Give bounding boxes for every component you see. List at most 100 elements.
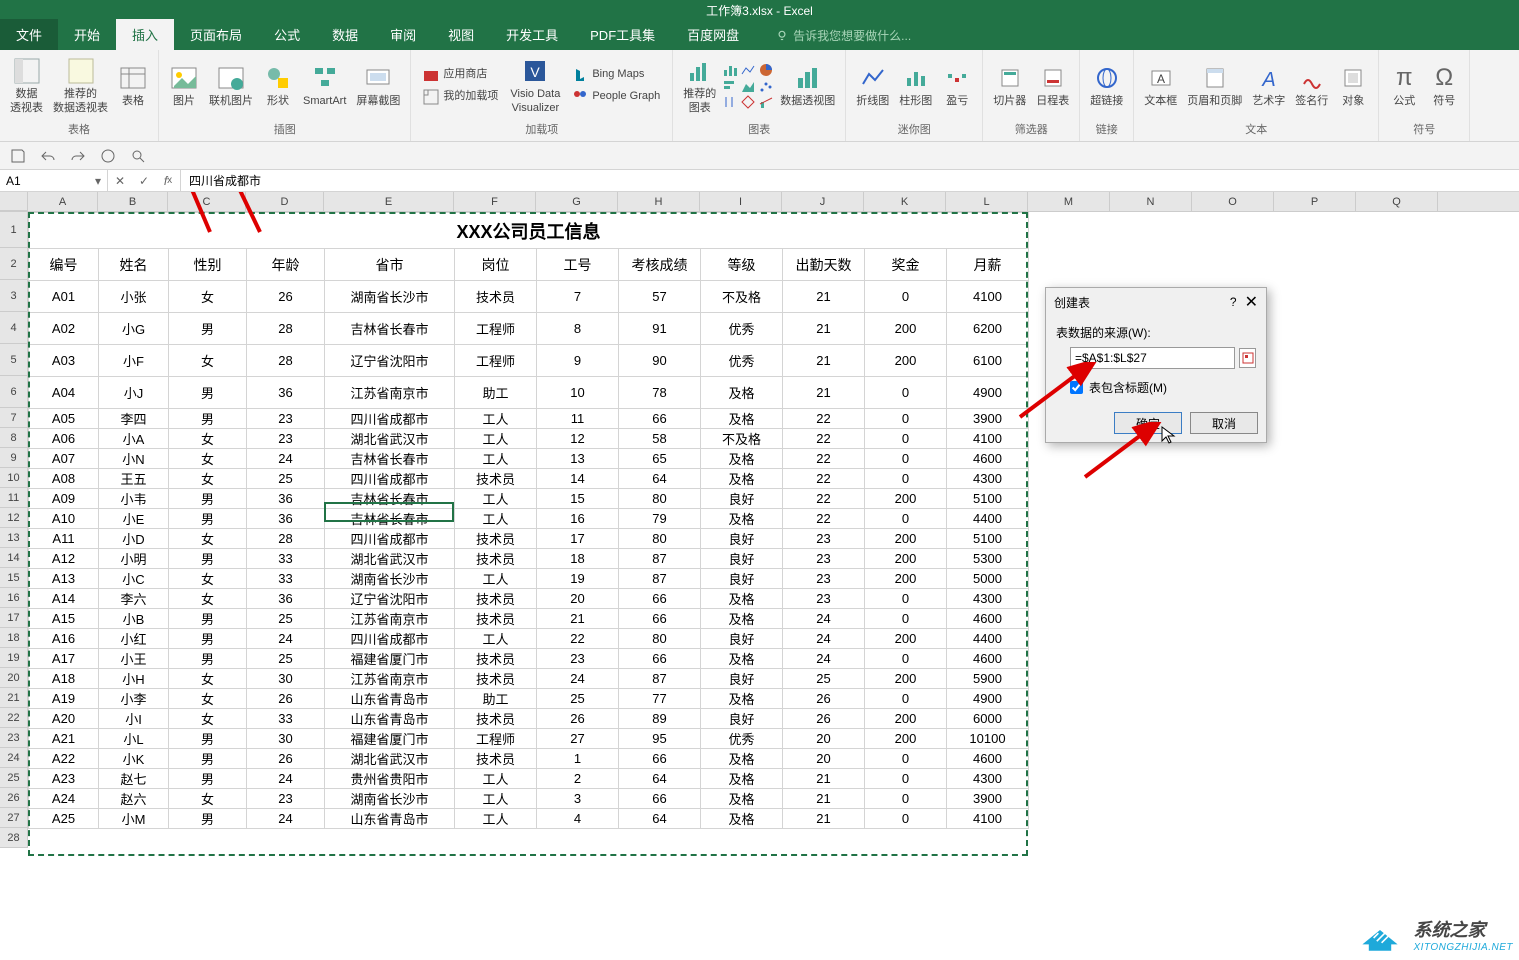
data-cell[interactable]: 5100 [947,489,1029,509]
data-cell[interactable]: 26 [783,689,865,709]
data-cell[interactable]: 66 [619,649,701,669]
column-header[interactable]: H [618,192,700,211]
data-cell[interactable]: 21 [783,809,865,829]
data-cell[interactable]: A09 [29,489,99,509]
data-cell[interactable]: 15 [537,489,619,509]
column-header[interactable]: P [1274,192,1356,211]
data-cell[interactable]: 95 [619,729,701,749]
data-cell[interactable]: 及格 [701,409,783,429]
data-cell[interactable]: 6200 [947,313,1029,345]
header-cell[interactable]: 等级 [701,249,783,281]
data-cell[interactable]: 及格 [701,689,783,709]
pivot-table-button[interactable]: 数据透视表 [6,54,47,116]
data-cell[interactable]: 小A [99,429,169,449]
header-cell[interactable]: 性别 [169,249,247,281]
data-cell[interactable]: 女 [169,689,247,709]
rec-charts-button[interactable]: 推荐的图表 [679,54,720,116]
data-cell[interactable]: 小张 [99,281,169,313]
enter-formula-button[interactable]: ✓ [132,170,156,191]
data-cell[interactable]: 0 [865,469,947,489]
data-cell[interactable]: 吉林省长春市 [325,489,455,509]
data-cell[interactable]: 77 [619,689,701,709]
data-cell[interactable]: 及格 [701,769,783,789]
data-cell[interactable]: 小M [99,809,169,829]
data-cell[interactable]: 11 [537,409,619,429]
data-cell[interactable]: 技术员 [455,749,537,769]
column-header[interactable]: E [324,192,454,211]
data-cell[interactable]: 27 [537,729,619,749]
data-cell[interactable]: A21 [29,729,99,749]
data-cell[interactable]: 4100 [947,281,1029,313]
data-cell[interactable]: 技术员 [455,549,537,569]
data-cell[interactable]: 女 [169,589,247,609]
row-header[interactable]: 2 [0,248,28,280]
data-cell[interactable]: 优秀 [701,729,783,749]
header-cell[interactable]: 出勤天数 [783,249,865,281]
data-cell[interactable]: 男 [169,649,247,669]
data-cell[interactable]: 小王 [99,649,169,669]
combo-chart-icon[interactable] [758,94,774,110]
data-cell[interactable]: 25 [247,469,325,489]
data-cell[interactable]: 李六 [99,589,169,609]
name-box[interactable]: ▾ [0,170,108,191]
data-cell[interactable]: 28 [247,529,325,549]
data-cell[interactable]: 小I [99,709,169,729]
undo-button[interactable] [38,146,58,166]
data-cell[interactable]: 小C [99,569,169,589]
screenshot-button[interactable]: 屏幕截图 [352,61,404,110]
data-cell[interactable]: 10 [537,377,619,409]
data-cell[interactable]: 200 [865,345,947,377]
row-header[interactable]: 12 [0,508,28,528]
data-cell[interactable]: 0 [865,769,947,789]
select-all-corner[interactable] [0,192,28,211]
data-cell[interactable]: A03 [29,345,99,377]
data-cell[interactable]: 5100 [947,529,1029,549]
pictures-button[interactable]: 图片 [165,61,203,110]
cancel-formula-button[interactable]: ✕ [108,170,132,191]
column-header[interactable]: O [1192,192,1274,211]
data-cell[interactable]: 湖南省长沙市 [325,281,455,313]
data-cell[interactable]: 男 [169,609,247,629]
data-cell[interactable]: 66 [619,749,701,769]
row-header[interactable]: 20 [0,668,28,688]
header-cell[interactable]: 年龄 [247,249,325,281]
data-cell[interactable]: 24 [247,769,325,789]
data-cell[interactable]: 7 [537,281,619,313]
data-cell[interactable]: 22 [783,449,865,469]
header-cell[interactable]: 编号 [29,249,99,281]
data-cell[interactable]: 李四 [99,409,169,429]
data-cell[interactable]: 技术员 [455,469,537,489]
data-cell[interactable]: 王五 [99,469,169,489]
data-cell[interactable]: 58 [619,429,701,449]
data-cell[interactable]: 36 [247,509,325,529]
row-header[interactable]: 1 [0,212,28,248]
data-cell[interactable]: 66 [619,609,701,629]
bar-chart-icon[interactable] [722,78,738,94]
data-cell[interactable]: 助工 [455,377,537,409]
data-cell[interactable]: 小红 [99,629,169,649]
data-cell[interactable]: 24 [783,609,865,629]
column-header[interactable]: M [1028,192,1110,211]
column-header[interactable]: B [98,192,168,211]
data-cell[interactable]: 23 [537,649,619,669]
data-cell[interactable]: 24 [247,449,325,469]
data-cell[interactable]: 湖北省武汉市 [325,549,455,569]
data-cell[interactable]: 20 [783,729,865,749]
data-cell[interactable]: 吉林省长春市 [325,509,455,529]
row-header[interactable]: 10 [0,468,28,488]
chevron-down-icon[interactable]: ▾ [95,174,101,188]
save-button[interactable] [8,146,28,166]
data-cell[interactable]: A24 [29,789,99,809]
tab-review[interactable]: 审阅 [374,19,432,50]
data-cell[interactable]: 小H [99,669,169,689]
data-cell[interactable]: 及格 [701,449,783,469]
row-header[interactable]: 21 [0,688,28,708]
data-cell[interactable]: 女 [169,281,247,313]
data-cell[interactable]: 36 [247,377,325,409]
data-cell[interactable]: 4300 [947,589,1029,609]
data-cell[interactable]: 200 [865,549,947,569]
data-cell[interactable]: A02 [29,313,99,345]
textbox-button[interactable]: A文本框 [1140,61,1181,110]
data-cell[interactable]: 良好 [701,549,783,569]
row-header[interactable]: 9 [0,448,28,468]
